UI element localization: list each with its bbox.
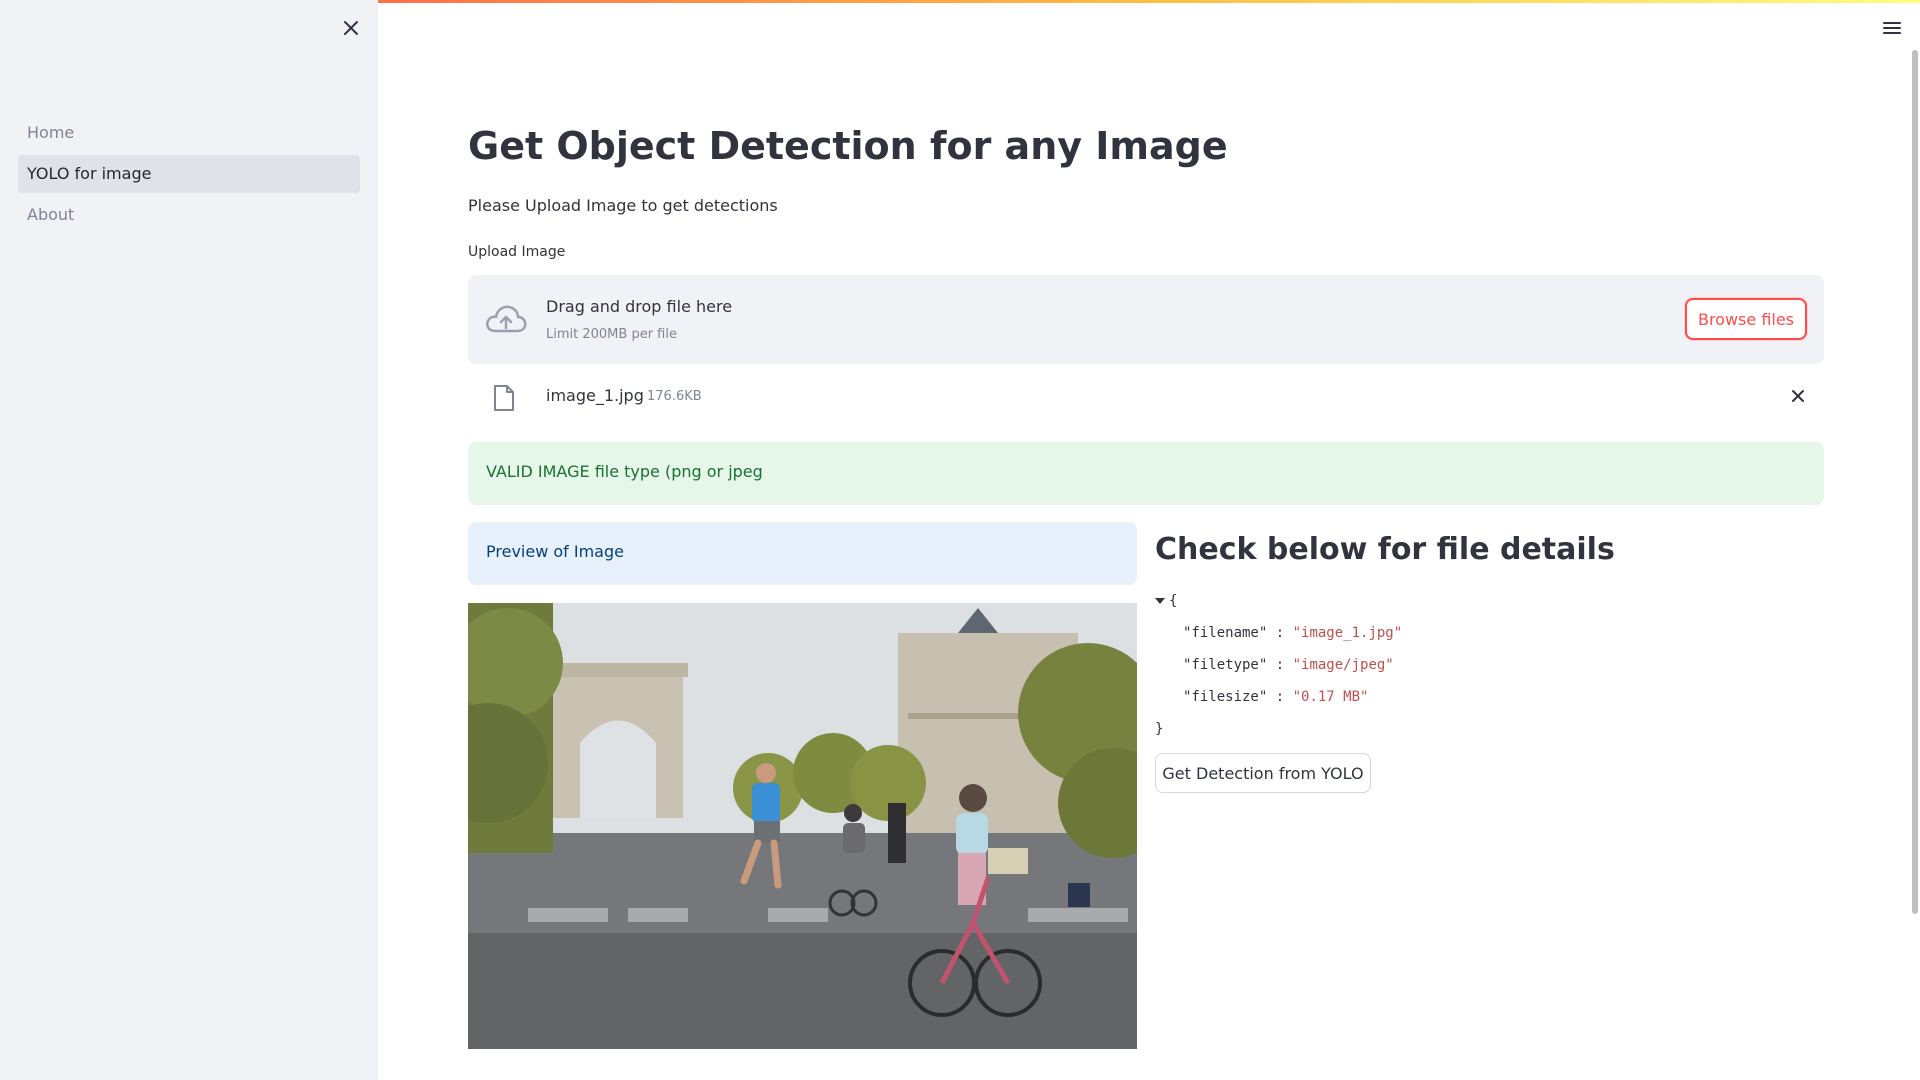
json-entry-filesize: "filesize" : "0.17 MB" (1183, 689, 1369, 705)
json-entry-filetype: "filetype" : "image/jpeg" (1183, 657, 1394, 673)
json-open-line: { (1155, 590, 1402, 622)
file-icon (494, 385, 514, 411)
json-entry-filename: "filename" : "image_1.jpg" (1183, 625, 1403, 641)
sidebar-nav: Home YOLO for image About (18, 114, 360, 237)
uploaded-file-name: image_1.jpg (546, 386, 644, 405)
page-scrollbar[interactable] (1912, 50, 1918, 914)
success-alert: VALID IMAGE file type (png or jpeg (468, 442, 1824, 505)
get-detection-button[interactable]: Get Detection from YOLO (1155, 753, 1371, 793)
json-open-brace: { (1169, 593, 1178, 609)
sidebar-item-about[interactable]: About (18, 196, 360, 234)
json-key: "filesize" (1183, 689, 1268, 705)
uploaded-file-row: image_1.jpg 176.6KB (468, 376, 1824, 418)
remove-file-icon (1792, 390, 1804, 402)
browse-files-button[interactable]: Browse files (1685, 298, 1807, 340)
json-key: "filename" (1183, 625, 1268, 641)
cloud-upload-icon (486, 305, 527, 333)
hamburger-menu-icon (1883, 22, 1901, 34)
json-close-line: } (1155, 718, 1402, 750)
page-subtitle: Please Upload Image to get detections (468, 196, 778, 215)
main-menu-button[interactable] (1880, 16, 1904, 40)
json-value: "image/jpeg" (1292, 657, 1394, 673)
dropzone-title: Drag and drop file here (546, 297, 733, 316)
json-value: "image_1.jpg" (1292, 625, 1403, 641)
file-details-json: { "filename" : "image_1.jpg" "filetype" … (1155, 590, 1402, 750)
preview-info-alert: Preview of Image (468, 522, 1137, 585)
json-key: "filetype" (1183, 657, 1268, 673)
sidebar: Home YOLO for image About (0, 0, 378, 1080)
file-details-title: Check below for file details (1155, 532, 1615, 567)
close-icon (344, 21, 358, 35)
sidebar-item-home[interactable]: Home (18, 114, 360, 152)
json-value: "0.17 MB" (1292, 689, 1369, 705)
remove-file-button[interactable] (1786, 384, 1810, 408)
dropzone-limit: Limit 200MB per file (546, 327, 677, 342)
chevron-down-icon[interactable] (1155, 598, 1165, 604)
sidebar-item-yolo-for-image[interactable]: YOLO for image (18, 155, 360, 193)
upload-label: Upload Image (468, 244, 566, 260)
json-close-brace: } (1155, 721, 1164, 737)
file-dropzone[interactable]: Drag and drop file here Limit 200MB per … (468, 275, 1824, 364)
page-title: Get Object Detection for any Image (468, 124, 1228, 168)
uploaded-file-size: 176.6KB (647, 389, 702, 404)
street-scene-photo (468, 603, 1137, 1049)
close-sidebar-button[interactable] (339, 16, 363, 40)
preview-image (468, 603, 1137, 1049)
